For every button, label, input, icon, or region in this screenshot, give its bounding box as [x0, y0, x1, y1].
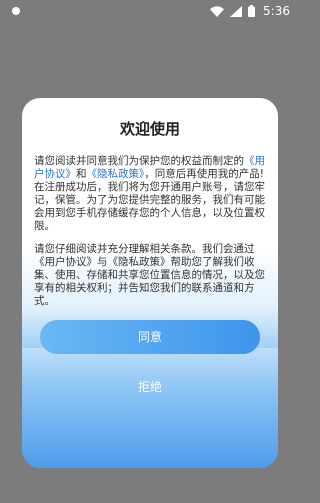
dialog-paragraph-1: 请您阅读并同意我们为保护您的权益而制定的《用户协议》和《隐私政策》，同意后再使用… [34, 155, 266, 233]
dialog-title: 欢迎使用 [119, 120, 180, 138]
battery-icon [248, 5, 256, 17]
status-bar: 5:36 [0, 0, 300, 22]
reject-button[interactable]: 拒绝 [100, 374, 200, 400]
agree-button[interactable]: 同意 [40, 320, 260, 354]
signal-icon [230, 5, 243, 17]
privacy-policy-link[interactable]: 《隐私政策》 [87, 168, 145, 180]
dialog-body: 请您阅读并同意我们为保护您的权益而制定的《用户协议》和《隐私政策》，同意后再使用… [34, 155, 266, 318]
privacy-dialog: 欢迎使用 请您阅读并同意我们为保护您的权益而制定的《用户协议》和《隐私政策》，同… [22, 98, 278, 468]
dialog-paragraph-2: 请您仔细阅读并充分理解相关条款。我们会通过《用户协议》与《隐私政策》帮助您了解我… [34, 243, 265, 307]
status-time: 5:36 [263, 4, 290, 18]
para1-and: 和 [76, 168, 87, 180]
wifi-icon [210, 5, 225, 17]
status-icons: 5:36 [210, 4, 290, 18]
para1-prefix: 请您阅读并同意我们为保护您的权益而制定的 [34, 155, 244, 167]
notification-dot-icon [12, 7, 20, 15]
